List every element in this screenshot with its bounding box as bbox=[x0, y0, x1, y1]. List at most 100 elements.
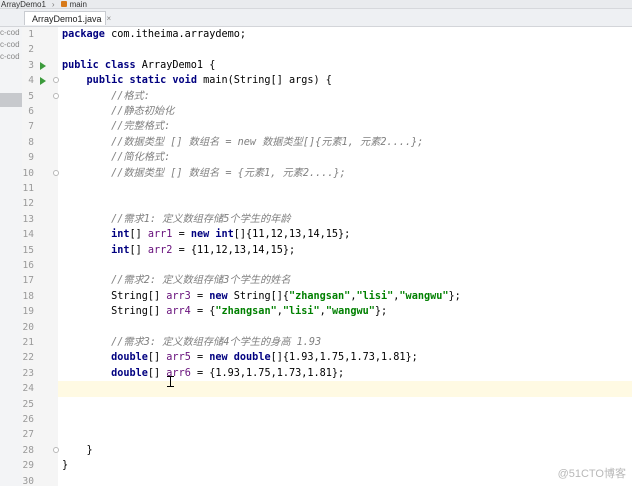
code-text: public static void main(String[] args) { bbox=[62, 73, 332, 88]
string-token: "zhangsan" bbox=[215, 306, 277, 318]
code-line[interactable]: 17 //需求2: 定义数组存储3个学生的姓名 bbox=[23, 273, 632, 288]
comment-token: //格式: bbox=[111, 90, 150, 102]
code-editor[interactable]: 30 29} 28 } 27 26 25 24 23 double[] arr6 = {1.9… bbox=[23, 27, 632, 489]
code-line[interactable]: 3 public class ArrayDemo1 { bbox=[28, 58, 632, 73]
code-line[interactable]: 13 //需求1: 定义数组存储5个学生的年龄 bbox=[23, 212, 632, 227]
code-token: [] bbox=[129, 244, 148, 256]
code-text: double[] arr6 = {1.93,1.75,1.73,1.81}; bbox=[62, 366, 344, 381]
code-text: String[] arr3 = new String[]{"zhangsan",… bbox=[62, 289, 461, 304]
code-text: //完整格式: bbox=[62, 119, 170, 134]
string-token: "zhangsan" bbox=[288, 290, 351, 302]
breadcrumb-file[interactable]: ArrayDemo1 bbox=[1, 0, 46, 9]
code-line[interactable]: 20 bbox=[23, 320, 632, 335]
line-number: 15 bbox=[22, 244, 34, 256]
run-icon[interactable] bbox=[40, 77, 46, 86]
comment-token: //简化格式: bbox=[111, 152, 171, 164]
line-number: 24 bbox=[22, 383, 34, 395]
code-line[interactable]: 27 bbox=[23, 427, 632, 442]
line-number: 8 bbox=[28, 136, 34, 148]
line-number: 21 bbox=[22, 337, 34, 348]
code-line[interactable]: 25 bbox=[23, 397, 632, 412]
fold-icon[interactable] bbox=[53, 77, 59, 84]
code-line[interactable]: 22 double[] arr5 = new double[]{1.93,1.7… bbox=[23, 350, 632, 365]
comment-token: //静态初始化 bbox=[111, 106, 175, 117]
code-line[interactable]: 4 public static void main(String[] args)… bbox=[28, 73, 632, 88]
code-line[interactable]: 6 //静态初始化 bbox=[28, 104, 632, 119]
code-line[interactable]: 15 int[] arr2 = {11,12,13,14,15}; bbox=[23, 243, 632, 258]
variable-token: arr2 bbox=[147, 244, 173, 256]
code-token: main(String[] args) { bbox=[203, 75, 332, 87]
code-line[interactable]: 2 bbox=[28, 42, 632, 57]
line-number: 9 bbox=[28, 152, 34, 164]
code-line[interactable]: 14 int[] arr1 = new int[]{11,12,13,14,15… bbox=[23, 227, 632, 242]
code-line[interactable]: 16 bbox=[23, 258, 632, 273]
fold-icon[interactable] bbox=[53, 446, 59, 453]
method-icon bbox=[60, 1, 67, 7]
code-line[interactable]: 1 package com.itheima.arraydemo; bbox=[28, 27, 632, 42]
code-token: } bbox=[62, 444, 93, 456]
code-token: com.itheima.arraydemo; bbox=[111, 29, 247, 40]
variable-token: arr3 bbox=[166, 290, 191, 302]
line-number: 22 bbox=[22, 352, 34, 364]
line-number: 12 bbox=[22, 198, 34, 210]
code-text: //静态初始化 bbox=[62, 104, 174, 119]
code-text: //需求1: 定义数组存储5个学生的年龄 bbox=[62, 212, 291, 227]
code-text: package com.itheima.arraydemo; bbox=[62, 27, 246, 42]
code-token: = {1.93,1.75,1.73,1.81}; bbox=[190, 367, 345, 379]
comment-token: //需求1: 定义数组存储5个学生的年龄 bbox=[111, 213, 291, 225]
line-number: 30 bbox=[22, 475, 34, 487]
code-line[interactable]: 8 //数据类型 [] 数组名 = new 数据类型[]{元素1, 元素2...… bbox=[28, 135, 632, 150]
line-number: 27 bbox=[22, 429, 34, 441]
code-line[interactable]: 30 bbox=[23, 474, 632, 489]
fold-icon[interactable] bbox=[53, 92, 59, 99]
line-number: 19 bbox=[22, 306, 34, 318]
code-line[interactable]: 26 bbox=[23, 412, 632, 427]
variable-token: arr5 bbox=[166, 352, 191, 364]
code-line[interactable]: 5 //格式: bbox=[28, 89, 632, 104]
code-token: = bbox=[190, 290, 210, 302]
line-number: 3 bbox=[28, 59, 34, 71]
code-token: }; bbox=[448, 290, 461, 302]
line-number: 17 bbox=[22, 275, 34, 287]
code-text: //需求2: 定义数组存储3个学生的姓名 bbox=[62, 273, 291, 288]
variable-token: arr1 bbox=[147, 229, 173, 241]
code-line[interactable]: 10 //数据类型 [] 数组名 = {元素1, 元素2....}; bbox=[23, 166, 632, 181]
tab-arraydemo1[interactable]: ArrayDemo1.java × bbox=[24, 11, 111, 25]
code-line[interactable]: 9 //简化格式: bbox=[28, 150, 632, 165]
code-line[interactable]: 12 bbox=[23, 196, 632, 211]
project-item[interactable]: c-cod bbox=[0, 27, 22, 39]
code-line[interactable]: 29} bbox=[23, 458, 632, 473]
keyword-token: int bbox=[111, 244, 130, 256]
project-item[interactable]: c-cod bbox=[0, 39, 22, 51]
code-token: String[] bbox=[62, 306, 167, 318]
run-icon[interactable] bbox=[40, 61, 46, 70]
breadcrumb-method[interactable]: main bbox=[70, 0, 87, 9]
close-icon[interactable]: × bbox=[107, 14, 112, 23]
code-line[interactable]: 7 //完整格式: bbox=[28, 119, 632, 134]
code-token: = bbox=[172, 229, 191, 241]
editor-tab-bar: ArrayDemo1.java × bbox=[0, 9, 632, 27]
code-line[interactable]: 19 String[] arr4 = {"zhangsan","lisi","w… bbox=[23, 304, 632, 319]
selected-project-item[interactable] bbox=[0, 93, 22, 107]
code-line[interactable]: 21 //需求3: 定义数组存储4个学生的身高 1.93 bbox=[23, 335, 632, 350]
line-number: 16 bbox=[22, 260, 34, 271]
fold-icon[interactable] bbox=[53, 169, 59, 176]
code-line[interactable]: 11 bbox=[23, 181, 632, 196]
code-token: [] bbox=[147, 367, 167, 379]
project-item[interactable]: c-cod bbox=[0, 51, 22, 63]
code-line[interactable]: 23 double[] arr6 = {1.93,1.75,1.73,1.81}… bbox=[23, 366, 632, 381]
navigation-bar: ArrayDemo1 › main bbox=[0, 0, 632, 9]
keyword-token: double bbox=[111, 352, 148, 364]
code-line[interactable]: 28 } bbox=[23, 443, 632, 458]
comment-token: //需求2: 定义数组存储3个学生的姓名 bbox=[111, 275, 291, 287]
code-line[interactable]: 18 String[] arr3 = new String[]{"zhangsa… bbox=[23, 289, 632, 304]
line-number: 6 bbox=[28, 106, 34, 117]
code-line[interactable]: 24 bbox=[23, 381, 632, 397]
